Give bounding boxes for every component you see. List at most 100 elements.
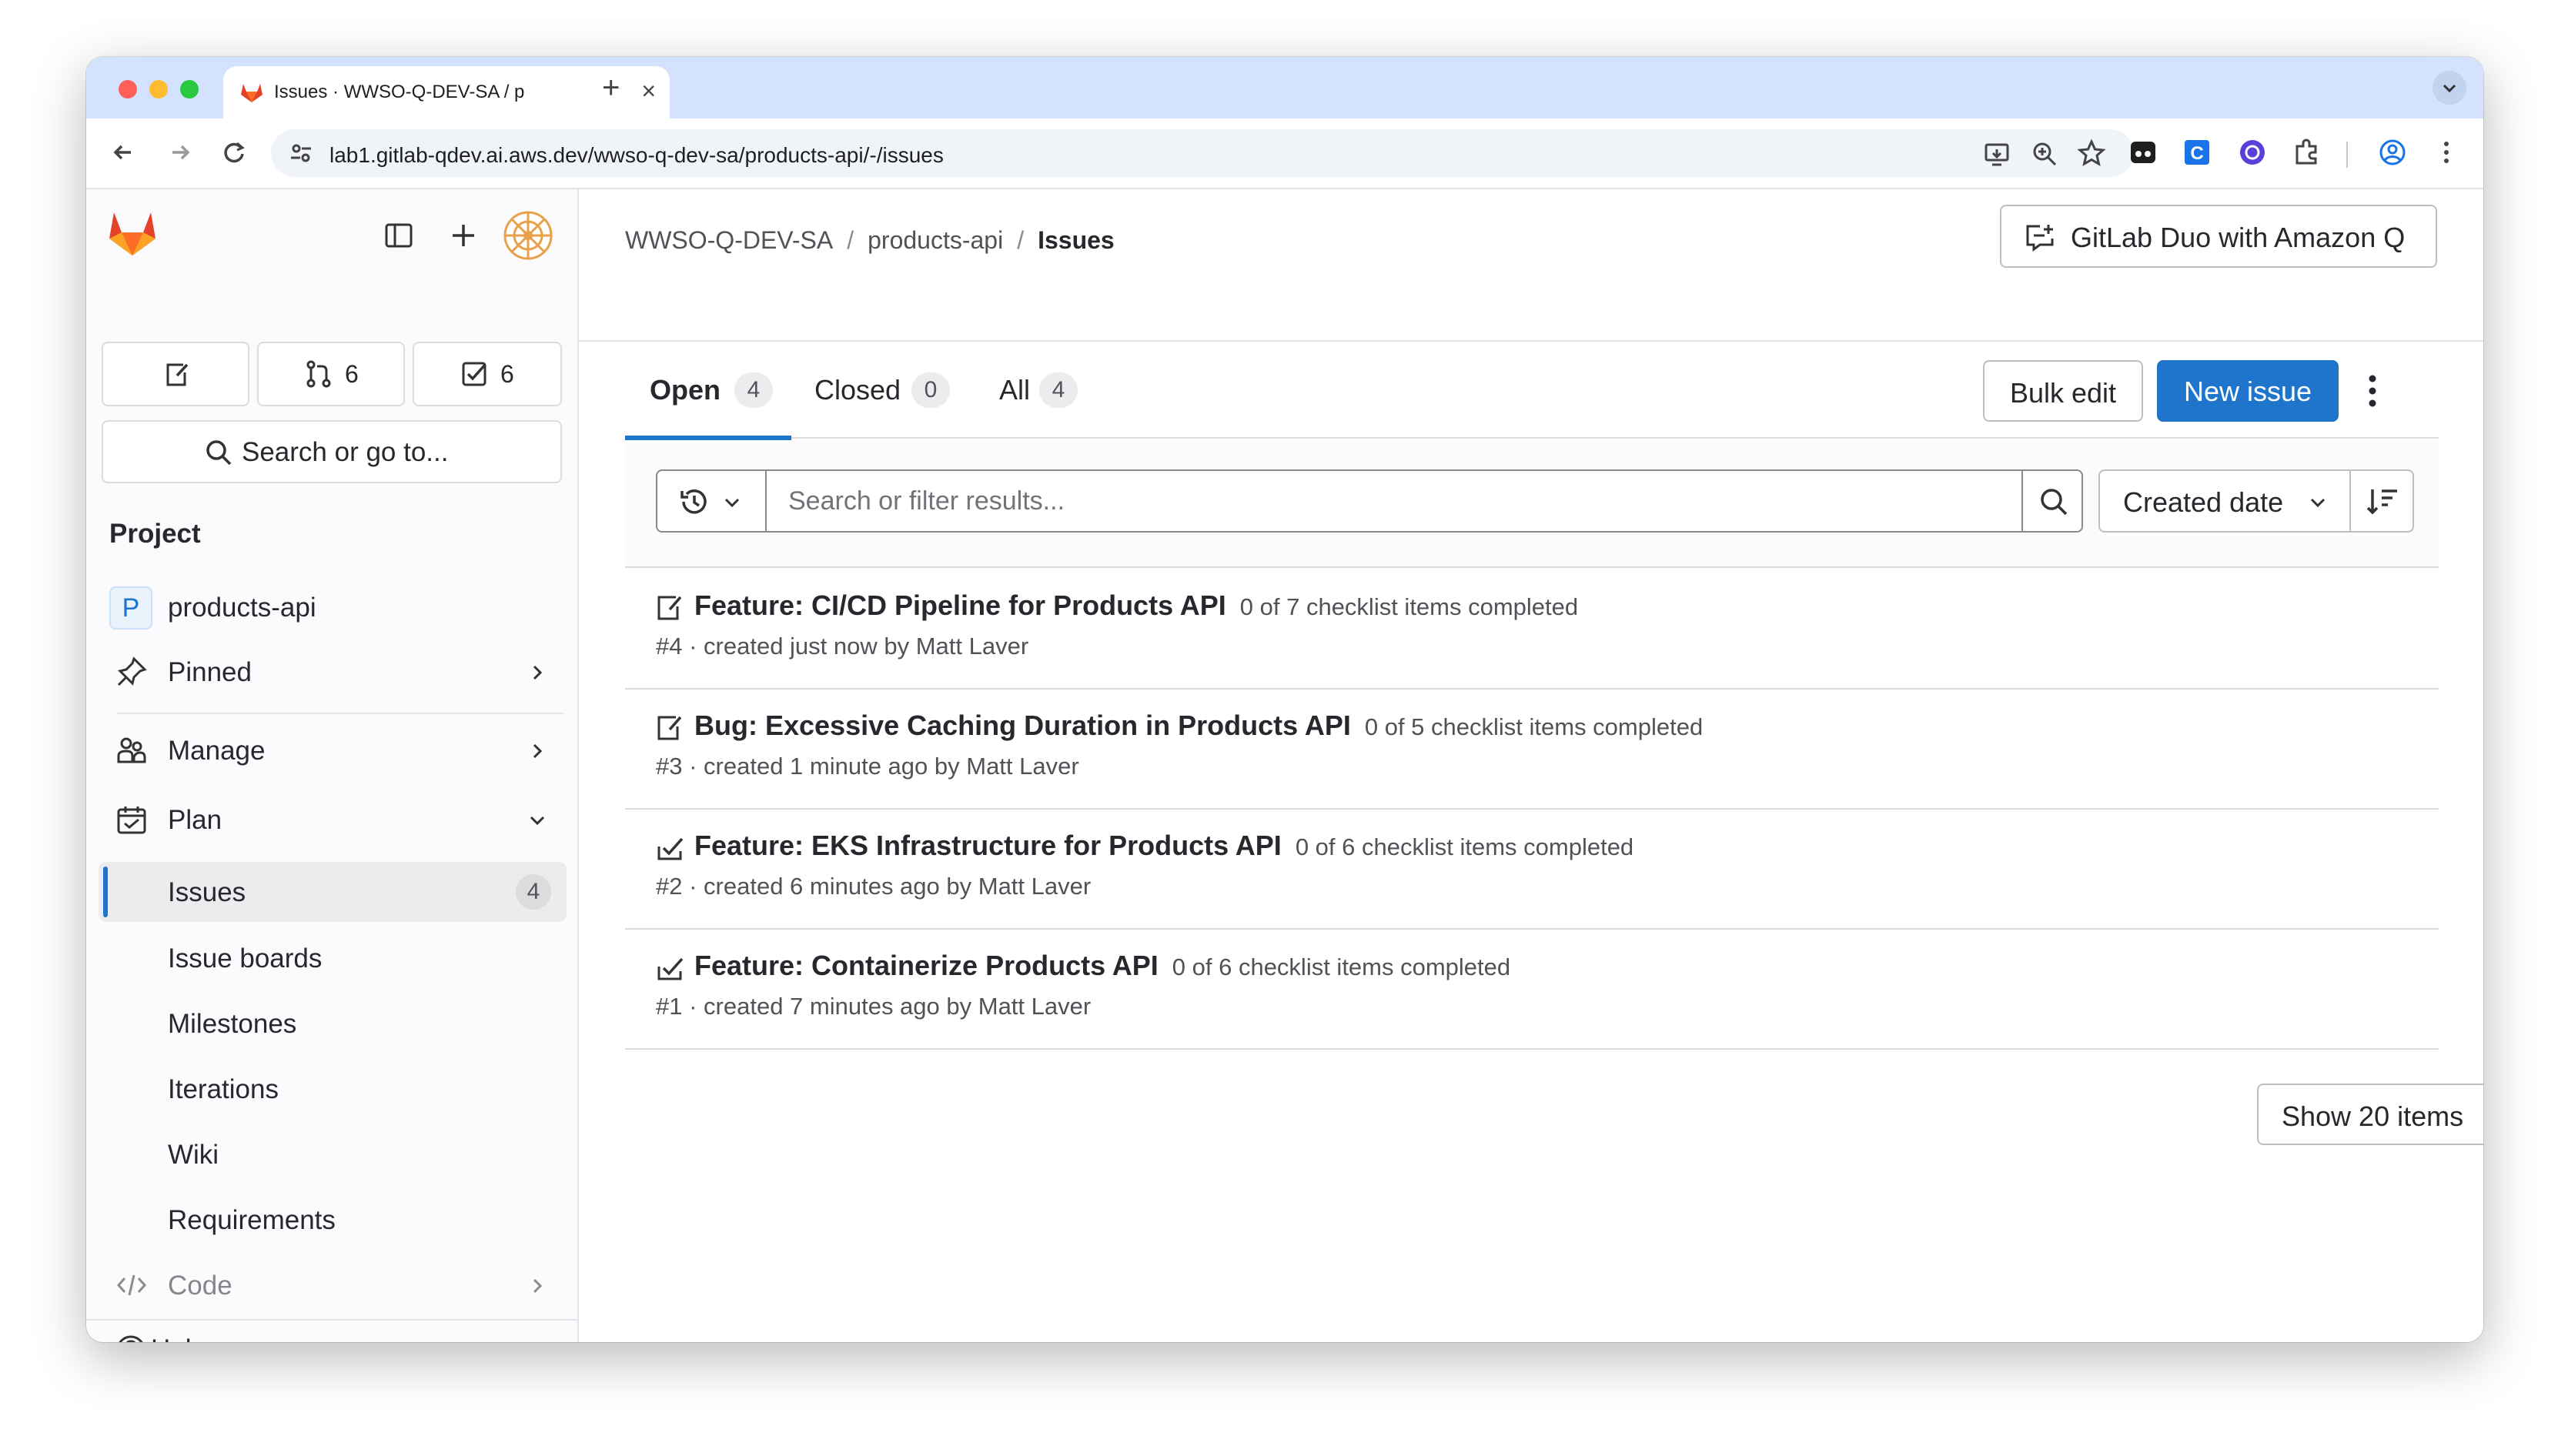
duo-button-label: GitLab Duo with Amazon Q: [2071, 222, 2406, 253]
tab-search-button[interactable]: [2433, 71, 2466, 105]
extension-c-icon[interactable]: C: [2182, 137, 2212, 168]
issue-row[interactable]: Feature: EKS Infrastructure for Products…: [625, 810, 2439, 930]
issue-meta: #3 · created 1 minute ago by Matt Laver: [656, 753, 1079, 780]
close-window-button[interactable]: [119, 80, 137, 99]
maximize-window-button[interactable]: [180, 80, 199, 99]
sidebar-item-requirements[interactable]: Requirements: [99, 1190, 567, 1250]
sidebar-item-issues[interactable]: Issues 4: [99, 862, 567, 922]
issue-title-link[interactable]: Feature: EKS Infrastructure for Products…: [694, 830, 1282, 861]
todos-button[interactable]: 6: [413, 342, 562, 406]
todo-icon: [462, 362, 487, 386]
issue-row[interactable]: Feature: Containerize Products API 0 of 6…: [625, 930, 2439, 1050]
minimize-window-button[interactable]: [149, 80, 168, 99]
recent-searches-button[interactable]: [656, 469, 767, 533]
merge-requests-button[interactable]: 6: [257, 342, 405, 406]
close-tab-icon[interactable]: ×: [641, 77, 656, 105]
extensions-puzzle-icon[interactable]: [2291, 137, 2322, 168]
users-icon: [117, 737, 146, 763]
tab-label: Closed: [814, 374, 901, 406]
sort-by-label: Created date: [2123, 486, 2284, 518]
sidebar-item-plan[interactable]: Plan: [99, 790, 567, 850]
project-avatar: P: [109, 586, 152, 629]
sidebar-item-code[interactable]: Code: [99, 1255, 567, 1315]
chevron-right-icon: [533, 665, 543, 680]
sidebar-item-issue-boards[interactable]: Issue boards: [99, 928, 567, 988]
new-tab-icon[interactable]: +: [602, 68, 620, 108]
gitlab-logo-icon[interactable]: [106, 208, 159, 259]
page-size-dropdown[interactable]: Show 20 items: [2257, 1084, 2483, 1145]
chevron-down-icon: [530, 816, 545, 826]
sort-by-dropdown[interactable]: Created date: [2098, 469, 2351, 533]
sidebar-item-label: Issue boards: [168, 943, 323, 973]
sidebar-item-label: Manage: [168, 736, 266, 766]
issue-meta: #4 · created just now by Matt Laver: [656, 633, 1029, 660]
sidebar-item-label: products-api: [168, 593, 316, 623]
sidebar-divider: [117, 713, 563, 714]
sort-direction-button[interactable]: [2349, 469, 2414, 533]
extension-shield-icon[interactable]: [2237, 137, 2268, 168]
planning-icon: [117, 806, 146, 834]
issue-title-link[interactable]: Feature: Containerize Products API: [694, 950, 1159, 981]
reload-icon[interactable]: [217, 135, 251, 169]
breadcrumb-current[interactable]: Issues: [1038, 226, 1115, 254]
duo-chat-icon: [2026, 225, 2054, 252]
sort-lowest-icon: [2366, 489, 2397, 515]
sidebar-item-project[interactable]: P products-api: [99, 577, 567, 637]
tab-all[interactable]: All 4: [999, 343, 1092, 439]
todos-count: 6: [500, 360, 514, 388]
sidebar-item-manage[interactable]: Manage: [99, 720, 567, 780]
filter-search-input[interactable]: [765, 469, 2023, 533]
issue-open-icon: [657, 716, 682, 740]
extension-dark-icon[interactable]: [2128, 137, 2158, 168]
gitlab-duo-button[interactable]: GitLab Duo with Amazon Q: [2000, 205, 2437, 268]
your-issues-button[interactable]: [102, 342, 249, 406]
issue-row[interactable]: Bug: Excessive Caching Duration in Produ…: [625, 690, 2439, 810]
issue-checklist-status: 0 of 6 checklist items completed: [1295, 833, 1634, 860]
bulk-edit-button[interactable]: Bulk edit: [1983, 360, 2143, 422]
profile-icon[interactable]: [2377, 137, 2408, 168]
more-actions-icon[interactable]: [2357, 368, 2388, 414]
search-submit-button[interactable]: [2021, 469, 2083, 533]
back-icon[interactable]: [106, 135, 140, 169]
issues-count-badge: 4: [516, 874, 551, 910]
help-button[interactable]: Help: [114, 1325, 268, 1342]
search-or-go-to-button[interactable]: Search or go to...: [102, 420, 562, 483]
issue-checklist-status: 0 of 5 checklist items completed: [1364, 713, 1704, 740]
tab-closed[interactable]: Closed 0: [814, 343, 968, 439]
install-app-icon[interactable]: [1983, 140, 2011, 168]
new-issue-button[interactable]: New issue: [2157, 360, 2339, 422]
issue-title-link[interactable]: Bug: Excessive Caching Duration in Produ…: [694, 710, 1351, 741]
sidebar-item-label: Wiki: [168, 1140, 219, 1170]
address-bar[interactable]: lab1.gitlab-qdev.ai.aws.dev/wwso-q-dev-s…: [271, 129, 2134, 177]
create-new-icon[interactable]: [448, 220, 479, 251]
sidebar-item-label: Plan: [168, 805, 222, 835]
issues-icon: [166, 363, 189, 386]
toggle-sidebar-icon[interactable]: [383, 220, 414, 251]
history-icon: [680, 489, 707, 514]
search-icon: [206, 440, 232, 466]
merge-request-icon: [306, 360, 331, 388]
merge-requests-count: 6: [345, 360, 359, 388]
sidebar-item-pinned[interactable]: Pinned: [99, 642, 567, 702]
forward-icon[interactable]: [163, 135, 197, 169]
breadcrumb-group[interactable]: WWSO-Q-DEV-SA: [625, 226, 833, 254]
browser-menu-icon[interactable]: [2431, 137, 2462, 168]
site-info-icon[interactable]: [288, 140, 314, 166]
sidebar: 6 6 Search or go to... Project P product…: [86, 189, 579, 1342]
zoom-icon[interactable]: [2031, 140, 2058, 168]
task-icon: [657, 837, 684, 860]
issue-title-link[interactable]: Feature: CI/CD Pipeline for Products API: [694, 589, 1226, 621]
sidebar-item-wiki[interactable]: Wiki: [99, 1124, 567, 1184]
tab-open[interactable]: Open 4: [625, 343, 791, 440]
breadcrumb: WWSO-Q-DEV-SA / products-api / Issues: [625, 226, 1115, 254]
user-avatar[interactable]: [503, 211, 553, 260]
issue-row[interactable]: Feature: CI/CD Pipeline for Products API…: [625, 569, 2439, 690]
sidebar-item-label: Code: [168, 1271, 232, 1301]
breadcrumb-project[interactable]: products-api: [868, 226, 1003, 254]
sidebar-item-iterations[interactable]: Iterations: [99, 1059, 567, 1119]
sidebar-item-label: Milestones: [168, 1009, 297, 1039]
bookmark-star-icon[interactable]: [2077, 139, 2106, 168]
tab-label: All: [999, 374, 1031, 406]
sidebar-item-label: Requirements: [168, 1205, 336, 1235]
sidebar-item-milestones[interactable]: Milestones: [99, 993, 567, 1054]
